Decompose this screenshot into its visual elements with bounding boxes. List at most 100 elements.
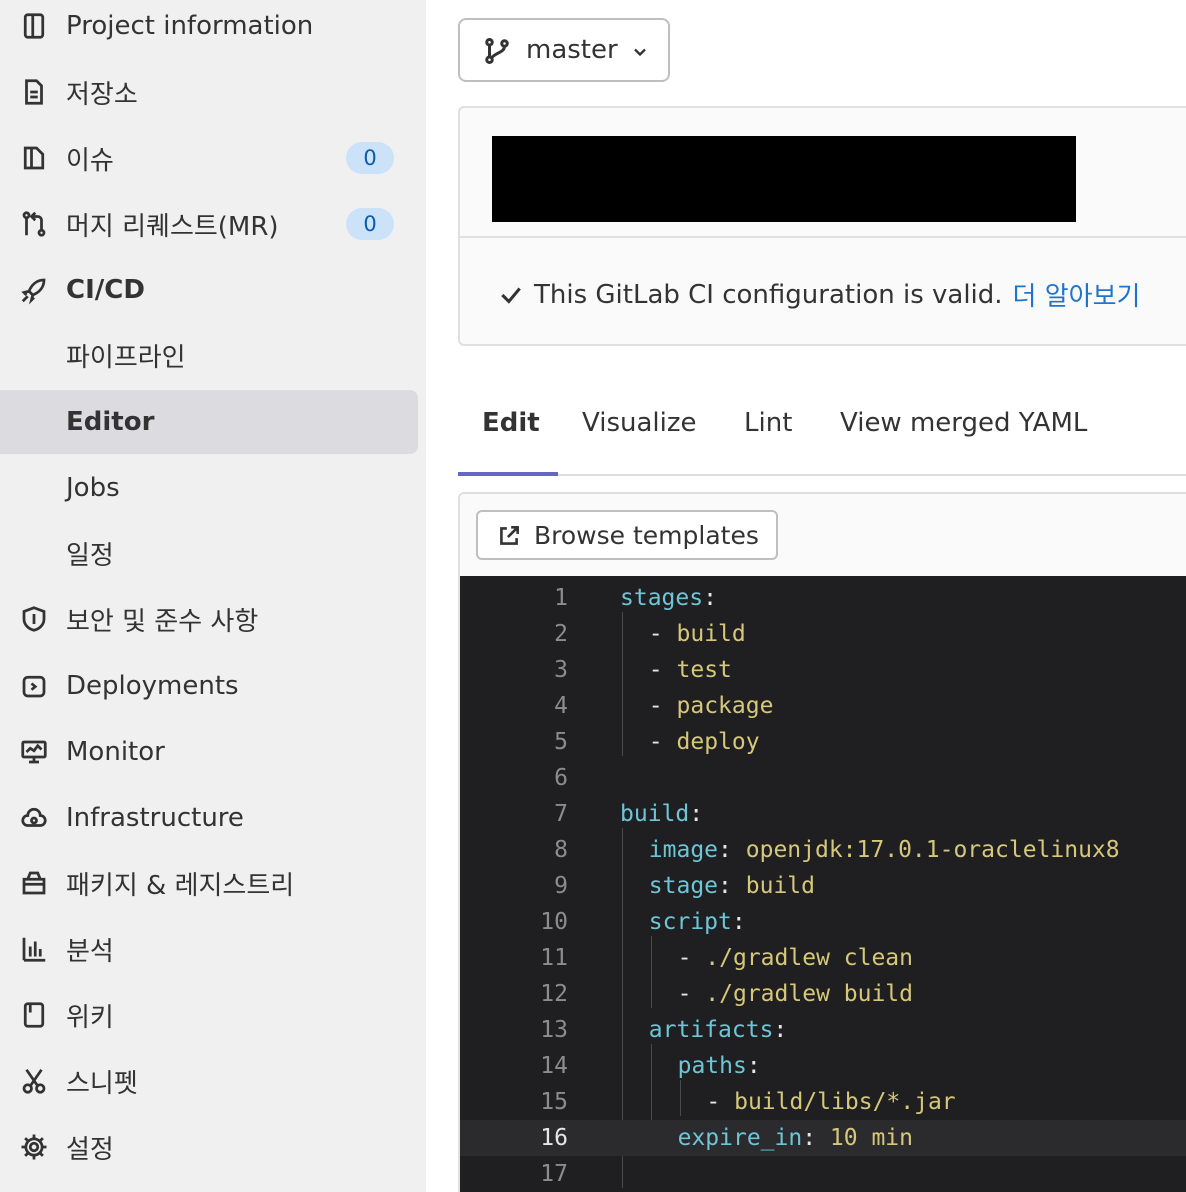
document-icon xyxy=(18,76,50,108)
sidebar-item-issues[interactable]: 이슈 0 xyxy=(0,126,418,190)
yaml-dash: - xyxy=(677,945,706,971)
code-line[interactable]: 12 - ./gradlew build xyxy=(460,976,1186,1012)
sidebar-item-packages-registries[interactable]: 패키지 & 레지스트리 xyxy=(0,851,418,915)
learn-more-link[interactable]: 더 알아보기 xyxy=(1013,276,1141,313)
code-line[interactable]: 14 paths: xyxy=(460,1048,1186,1084)
line-number: 8 xyxy=(554,837,568,863)
sidebar-item-wiki[interactable]: 위키 xyxy=(0,983,418,1047)
yaml-dash: - xyxy=(648,729,677,755)
yaml-key: expire_in xyxy=(677,1125,803,1151)
sidebar: Project information 저장소 이슈 0 머지 리퀘스트(MR)… xyxy=(0,0,426,1192)
sidebar-item-pipelines[interactable]: 파이프라인 xyxy=(0,323,418,387)
sidebar-item-schedules[interactable]: 일정 xyxy=(0,521,418,585)
line-number: 9 xyxy=(554,873,568,899)
sidebar-item-label: Deployments xyxy=(66,671,239,701)
yaml-separator: : xyxy=(802,1125,830,1151)
line-number: 11 xyxy=(540,945,568,971)
sidebar-item-editor[interactable]: Editor xyxy=(0,390,418,454)
yaml-key: image xyxy=(648,837,719,863)
external-link-icon xyxy=(500,526,519,545)
validation-message: This GitLab CI configuration is valid. xyxy=(534,279,1003,310)
yaml-separator: : xyxy=(689,801,704,827)
code-line[interactable]: 13 artifacts: xyxy=(460,1012,1186,1048)
line-number: 4 xyxy=(554,693,568,719)
line-number: 17 xyxy=(540,1161,568,1187)
code-line[interactable]: 17 xyxy=(460,1156,1186,1192)
code-line[interactable]: 3 - test xyxy=(460,652,1186,688)
sidebar-item-infrastructure[interactable]: Infrastructure xyxy=(0,786,418,850)
yaml-separator: : xyxy=(746,1053,761,1079)
branch-icon xyxy=(485,37,509,64)
yaml-value: 10 min xyxy=(829,1125,914,1151)
check-icon xyxy=(501,287,521,304)
line-number: 16 xyxy=(540,1125,568,1151)
branch-selector-button[interactable]: master xyxy=(458,18,670,82)
sidebar-item-project-information[interactable]: Project information xyxy=(0,0,418,58)
pipeline-status-card: This GitLab CI configuration is valid. 더… xyxy=(458,106,1186,346)
gear-icon xyxy=(18,1131,50,1163)
tab-lint[interactable]: Lint xyxy=(744,408,792,438)
code-line[interactable]: 6 xyxy=(460,760,1186,796)
editor-panel: Browse templates 1 stages: 2 - build 3 - test… xyxy=(458,492,1186,1192)
divider xyxy=(460,236,1186,238)
line-text: - package xyxy=(649,688,774,724)
yaml-value: build xyxy=(745,873,815,899)
yaml-dash: - xyxy=(648,621,677,647)
yaml-key: build xyxy=(620,801,690,827)
code-line[interactable]: 4 - package xyxy=(460,688,1186,724)
sidebar-item-label: 패키지 & 레지스트리 xyxy=(66,870,295,901)
sidebar-item-merge-requests[interactable]: 머지 리퀘스트(MR) 0 xyxy=(0,192,418,256)
sidebar-item-snippets[interactable]: 스니펫 xyxy=(0,1049,418,1113)
sidebar-item-jobs[interactable]: Jobs xyxy=(0,456,418,520)
line-text: - build/libs/*.jar xyxy=(706,1084,955,1120)
sidebar-item-label: CI/CD xyxy=(66,275,145,305)
sidebar-item-cicd[interactable]: CI/CD xyxy=(0,258,418,322)
code-line[interactable]: 8 image: openjdk:17.0.1-oraclelinux8 xyxy=(460,832,1186,868)
deployments-icon xyxy=(18,670,50,702)
browse-templates-button[interactable]: Browse templates xyxy=(476,510,778,560)
sidebar-item-analytics[interactable]: 분석 xyxy=(0,917,418,981)
merge-request-icon xyxy=(18,208,50,240)
sidebar-item-repository[interactable]: 저장소 xyxy=(0,60,418,124)
yaml-dash: - xyxy=(648,657,677,683)
sidebar-item-settings[interactable]: 설정 xyxy=(0,1115,418,1179)
yaml-value: openjdk:17.0.1-oraclelinux8 xyxy=(745,837,1120,863)
scissors-icon xyxy=(18,1065,50,1097)
sidebar-item-label: 일정 xyxy=(66,540,114,571)
code-line[interactable]: 10 script: xyxy=(460,904,1186,940)
tab-view-merged-yaml[interactable]: View merged YAML xyxy=(840,408,1087,438)
code-line[interactable]: 7 build: xyxy=(460,796,1186,832)
yaml-separator: : xyxy=(773,1017,788,1043)
monitor-icon xyxy=(18,736,50,768)
editor-tabs: Edit Visualize Lint View merged YAML xyxy=(458,388,1186,476)
code-line[interactable]: 9 stage: build xyxy=(460,868,1186,904)
line-text: - ./gradlew clean xyxy=(678,940,913,976)
code-line[interactable]: 15 - build/libs/*.jar xyxy=(460,1084,1186,1120)
redacted-area xyxy=(492,136,1076,222)
tab-visualize[interactable]: Visualize xyxy=(582,408,697,438)
sidebar-item-label: 설정 xyxy=(66,1134,114,1165)
yaml-key: script xyxy=(648,909,732,935)
tab-edit[interactable]: Edit xyxy=(482,408,540,438)
line-text: artifacts: xyxy=(649,1012,787,1048)
sidebar-item-label: Jobs xyxy=(66,473,120,503)
sidebar-item-monitor[interactable]: Monitor xyxy=(0,720,418,784)
line-text: paths: xyxy=(678,1048,761,1084)
chevron-down-icon xyxy=(634,48,646,57)
code-line[interactable]: 2 - build xyxy=(460,616,1186,652)
code-editor[interactable]: 1 stages: 2 - build 3 - test 4 - package 5 - depl… xyxy=(460,576,1186,1192)
code-line[interactable]: 16 expire_in: 10 min xyxy=(460,1120,1186,1156)
book-icon xyxy=(18,999,50,1031)
line-text: - ./gradlew build xyxy=(678,976,913,1012)
sidebar-item-security[interactable]: 보안 및 준수 사항 xyxy=(0,587,418,651)
code-line[interactable]: 11 - ./gradlew clean xyxy=(460,940,1186,976)
sidebar-item-label: 머지 리퀘스트(MR) xyxy=(66,211,279,242)
line-text: script: xyxy=(649,904,746,940)
line-text: - build xyxy=(649,616,746,652)
chart-icon xyxy=(18,933,50,965)
sidebar-item-deployments[interactable]: Deployments xyxy=(0,654,418,718)
code-line[interactable]: 1 stages: xyxy=(460,580,1186,616)
code-line[interactable]: 5 - deploy xyxy=(460,724,1186,760)
line-number: 10 xyxy=(540,909,568,935)
browse-templates-label: Browse templates xyxy=(534,520,759,550)
